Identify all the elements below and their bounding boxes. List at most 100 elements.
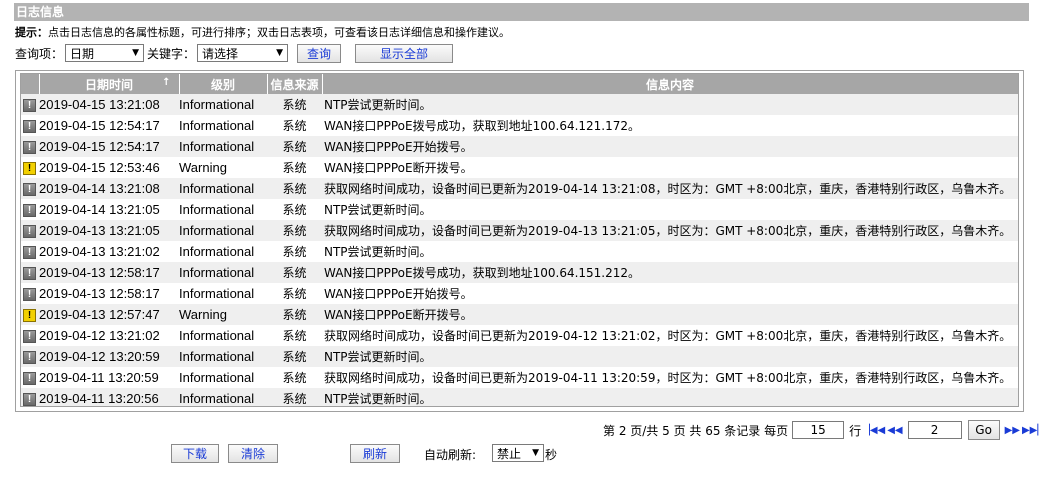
row-datetime: 2019-04-12 13:20:59	[39, 346, 179, 367]
row-icon-cell: !	[21, 304, 39, 325]
row-source: 系统	[267, 220, 322, 241]
row-content: WAN接口PPPoE开始拨号。	[322, 283, 1018, 304]
log-table-container[interactable]: 日期时间 ↑ 级别 信息来源 信息内容 ! 2019-04-15 13:21:08…	[20, 73, 1019, 407]
info-icon: !	[23, 246, 36, 260]
row-content: 获取网络时间成功，设备时间已更新为2019-04-13 13:21:05，时区为…	[322, 220, 1018, 241]
auto-refresh-label: 自动刷新:	[424, 448, 477, 462]
row-source: 系统	[267, 241, 322, 262]
keyword-select[interactable]: 请选择 ▼	[197, 44, 289, 62]
warning-icon: !	[23, 162, 36, 176]
table-row[interactable]: ! 2019-04-12 13:21:02 Informational 系统 获取网络时…	[21, 325, 1018, 346]
row-content: 获取网络时间成功，设备时间已更新为2019-04-14 13:21:08，时区为…	[322, 178, 1018, 199]
action-bar: 下载 清除 刷新 自动刷新: 禁止 ▼ 秒	[0, 444, 1060, 464]
table-row[interactable]: ! 2019-04-13 12:58:17 Informational 系统 WAN接口…	[21, 283, 1018, 304]
page-number-input[interactable]	[907, 421, 962, 439]
sort-up-icon: ↑	[162, 77, 171, 88]
table-row[interactable]: ! 2019-04-15 12:54:17 Informational 系统 WAN接口…	[21, 136, 1018, 157]
row-content: NTP尝试更新时间。	[322, 199, 1018, 220]
row-level: Informational	[179, 388, 267, 406]
row-source: 系统	[267, 283, 322, 304]
row-icon-cell: !	[21, 262, 39, 283]
row-content: WAN接口PPPoE开始拨号。	[322, 136, 1018, 157]
warning-icon: !	[23, 309, 36, 323]
per-page-input[interactable]	[792, 421, 845, 439]
table-row[interactable]: ! 2019-04-13 12:57:47 Warning 系统 WAN接口PPPoE断…	[21, 304, 1018, 325]
row-level: Informational	[179, 199, 267, 220]
query-bar: 查询项： 日期 ▼ 关键字： 请选择 ▼ 查询 显示全部	[15, 43, 454, 63]
row-icon-cell: !	[21, 283, 39, 304]
table-row[interactable]: ! 2019-04-11 13:20:56 Informational 系统 NTP尝试…	[21, 388, 1018, 406]
row-level: Informational	[179, 346, 267, 367]
table-row[interactable]: ! 2019-04-13 13:21:02 Informational 系统 NTP尝试…	[21, 241, 1018, 262]
info-icon: !	[23, 351, 36, 365]
info-icon: !	[23, 225, 36, 239]
row-content: NTP尝试更新时间。	[322, 94, 1018, 115]
row-datetime: 2019-04-14 13:21:05	[39, 199, 179, 220]
row-source: 系统	[267, 367, 322, 388]
row-datetime: 2019-04-15 12:53:46	[39, 157, 179, 178]
table-row[interactable]: ! 2019-04-14 13:21:08 Informational 系统 获取网络时…	[21, 178, 1018, 199]
log-table: 日期时间 ↑ 级别 信息来源 信息内容 ! 2019-04-15 13:21:08…	[21, 74, 1018, 406]
header-level[interactable]: 级别	[179, 74, 268, 94]
header-source[interactable]: 信息来源	[267, 74, 323, 94]
table-row[interactable]: ! 2019-04-11 13:20:59 Informational 系统 获取网络时…	[21, 367, 1018, 388]
row-level: Informational	[179, 115, 267, 136]
table-row[interactable]: ! 2019-04-15 12:53:46 Warning 系统 WAN接口PPPoE断…	[21, 157, 1018, 178]
first-page-icon[interactable]: ▕◀◀	[862, 425, 885, 436]
query-field-value: 日期	[70, 46, 95, 61]
row-level: Informational	[179, 262, 267, 283]
refresh-button[interactable]: 刷新	[350, 444, 400, 463]
show-all-button[interactable]: 显示全部	[355, 43, 454, 63]
search-button[interactable]: 查询	[297, 43, 342, 63]
row-source: 系统	[267, 388, 322, 406]
table-header-row: 日期时间 ↑ 级别 信息来源 信息内容	[21, 74, 1018, 94]
next-page-icon[interactable]: ▶▶	[1005, 425, 1020, 436]
row-level: Informational	[179, 367, 267, 388]
row-datetime: 2019-04-13 13:21:05	[39, 220, 179, 241]
row-level: Informational	[179, 178, 267, 199]
row-datetime: 2019-04-13 12:58:17	[39, 283, 179, 304]
auto-refresh-value: 禁止	[497, 446, 522, 461]
row-datetime: 2019-04-15 13:21:08	[39, 94, 179, 115]
table-row[interactable]: ! 2019-04-15 12:54:17 Informational 系统 WAN接口…	[21, 115, 1018, 136]
header-datetime-label: 日期时间	[84, 77, 133, 92]
row-icon-cell: !	[21, 346, 39, 367]
row-source: 系统	[267, 325, 322, 346]
download-button[interactable]: 下载	[171, 444, 219, 463]
row-level: Warning	[179, 157, 267, 178]
header-content[interactable]: 信息内容	[322, 74, 1018, 94]
clear-button[interactable]: 清除	[228, 444, 278, 463]
info-icon: !	[23, 372, 36, 386]
header-icon-col	[21, 74, 40, 94]
row-icon-cell: !	[21, 367, 39, 388]
table-row[interactable]: ! 2019-04-14 13:21:05 Informational 系统 NTP尝试…	[21, 199, 1018, 220]
row-icon-cell: !	[21, 115, 39, 136]
row-level: Informational	[179, 325, 267, 346]
row-datetime: 2019-04-11 13:20:59	[39, 367, 179, 388]
row-content: 获取网络时间成功，设备时间已更新为2019-04-11 13:20:59，时区为…	[322, 367, 1018, 388]
table-row[interactable]: ! 2019-04-15 13:21:08 Informational 系统 NTP尝试…	[21, 94, 1018, 115]
table-row[interactable]: ! 2019-04-13 13:21:05 Informational 系统 获取网络时…	[21, 220, 1018, 241]
chevron-down-icon: ▼	[276, 48, 284, 58]
query-field-select[interactable]: 日期 ▼	[65, 44, 145, 62]
row-datetime: 2019-04-13 12:57:47	[39, 304, 179, 325]
header-datetime[interactable]: 日期时间 ↑	[39, 74, 180, 94]
row-source: 系统	[267, 262, 322, 283]
chevron-down-icon: ▼	[532, 448, 539, 458]
row-content: WAN接口PPPoE断开拨号。	[322, 304, 1018, 325]
go-button[interactable]: Go	[967, 420, 1000, 440]
row-content: NTP尝试更新时间。	[322, 388, 1018, 406]
info-icon: !	[23, 141, 36, 155]
pager-summary: 第 2 页/共 5 页 共 65 条记录 每页	[603, 423, 789, 438]
prev-page-icon[interactable]: ◀◀	[887, 425, 902, 436]
row-icon-cell: !	[21, 220, 39, 241]
row-level: Informational	[179, 283, 267, 304]
table-row[interactable]: ! 2019-04-13 12:58:17 Informational 系统 WAN接口…	[21, 262, 1018, 283]
auto-refresh-select[interactable]: 禁止 ▼	[492, 444, 544, 462]
row-content: WAN接口PPPoE拨号成功，获取到地址100.64.121.172。	[322, 115, 1018, 136]
last-page-icon[interactable]: ▶▶▏	[1022, 425, 1045, 436]
row-source: 系统	[267, 136, 322, 157]
log-table-body: ! 2019-04-15 13:21:08 Informational 系统 NTP尝试…	[21, 94, 1018, 406]
table-row[interactable]: ! 2019-04-12 13:20:59 Informational 系统 NTP尝试…	[21, 346, 1018, 367]
info-icon: !	[23, 120, 36, 134]
